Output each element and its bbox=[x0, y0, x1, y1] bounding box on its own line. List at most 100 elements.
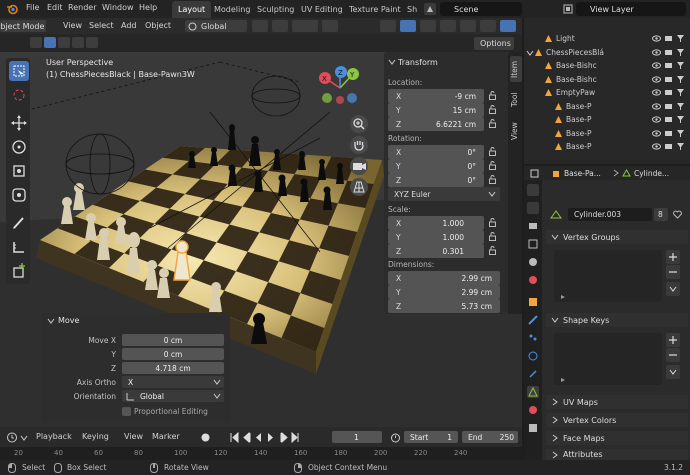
menu-playback[interactable]: Playback bbox=[36, 432, 72, 441]
menu-marker[interactable]: Marker bbox=[152, 432, 180, 441]
annotate-tool[interactable] bbox=[9, 213, 29, 233]
menu-keying[interactable]: Keying bbox=[82, 432, 109, 441]
outliner-row[interactable]: Base-P bbox=[524, 127, 690, 140]
hide-in-viewport-icon[interactable] bbox=[652, 129, 661, 138]
view-layer-field[interactable]: View Layer bbox=[576, 2, 686, 16]
shape-keys-section[interactable]: Shape Keys bbox=[546, 313, 688, 327]
funnel-icon[interactable] bbox=[676, 48, 685, 57]
dimensions-z-field[interactable]: Z 5.73 cm bbox=[388, 299, 500, 313]
wireframe-shading-button[interactable] bbox=[440, 20, 456, 32]
measure-tool[interactable] bbox=[9, 237, 29, 257]
move-x-field[interactable]: 0 cm bbox=[122, 334, 224, 346]
add-cube-tool[interactable] bbox=[9, 261, 29, 281]
rotation-x-field[interactable]: X 0° bbox=[388, 145, 484, 159]
menu-render[interactable]: Render bbox=[68, 3, 96, 12]
lock-icon[interactable] bbox=[488, 147, 497, 156]
hide-in-viewport-icon[interactable] bbox=[652, 34, 661, 43]
tab-tool[interactable]: Tool bbox=[510, 88, 522, 112]
scale-y-field[interactable]: Y 1.000 bbox=[388, 230, 484, 244]
scene-field[interactable]: Scene bbox=[440, 2, 522, 16]
snap-target-dropdown[interactable] bbox=[292, 20, 318, 32]
user-count[interactable]: 8 bbox=[654, 208, 668, 221]
material-tab-icon[interactable] bbox=[527, 404, 539, 416]
blender-logo-icon[interactable] bbox=[6, 3, 18, 15]
lock-icon[interactable] bbox=[488, 218, 497, 227]
chevron-down-icon[interactable] bbox=[388, 58, 396, 66]
tab-shading[interactable]: Sh bbox=[401, 1, 423, 18]
rotation-z-field[interactable]: Z 0° bbox=[388, 173, 484, 187]
disable-render-icon[interactable] bbox=[664, 129, 673, 138]
orientation-dropdown[interactable]: Global bbox=[122, 390, 224, 402]
lock-icon[interactable] bbox=[488, 161, 497, 170]
scale-x-field[interactable]: X 1.000 bbox=[388, 216, 484, 230]
outliner-row[interactable]: Base-Bishc bbox=[524, 59, 690, 72]
scale-tool[interactable] bbox=[9, 161, 29, 181]
move-tool[interactable] bbox=[9, 113, 29, 133]
tab-texture-paint[interactable]: Texture Paint bbox=[343, 1, 407, 18]
menu-view[interactable]: View bbox=[63, 21, 82, 30]
disable-render-icon[interactable] bbox=[664, 142, 673, 151]
render-tab-icon[interactable] bbox=[527, 202, 539, 214]
object-tab-icon[interactable] bbox=[527, 296, 539, 308]
mesh-data-icon[interactable] bbox=[550, 210, 562, 220]
pan-button[interactable] bbox=[350, 136, 368, 154]
perspective-toggle-button[interactable] bbox=[350, 178, 368, 196]
cursor-tool[interactable] bbox=[9, 85, 29, 105]
tab-view[interactable]: View bbox=[510, 118, 522, 144]
uv-maps-section[interactable]: UV Maps bbox=[546, 395, 688, 409]
scene-tab-icon[interactable] bbox=[527, 256, 539, 268]
remove-shape-key-button[interactable] bbox=[666, 348, 680, 362]
material-preview-button[interactable] bbox=[480, 20, 496, 32]
snap-button[interactable] bbox=[272, 20, 288, 32]
outliner-row[interactable]: Base-P bbox=[524, 113, 690, 126]
vertex-groups-list[interactable] bbox=[554, 250, 662, 302]
hide-in-viewport-icon[interactable] bbox=[652, 61, 661, 70]
pivot-point-button[interactable] bbox=[252, 20, 268, 32]
transform-tool[interactable] bbox=[9, 185, 29, 205]
current-frame-field[interactable]: 1 bbox=[332, 431, 382, 443]
menu-file[interactable]: File bbox=[26, 3, 39, 12]
start-frame-field[interactable]: Start 1 bbox=[404, 431, 458, 443]
hide-in-viewport-icon[interactable] bbox=[652, 142, 661, 151]
stopwatch-icon[interactable] bbox=[390, 432, 401, 443]
end-frame-field[interactable]: End 250 bbox=[462, 431, 518, 443]
lock-icon[interactable] bbox=[488, 175, 497, 184]
outliner-row[interactable]: Base-P bbox=[524, 100, 690, 113]
vertex-group-specials-button[interactable] bbox=[666, 282, 680, 296]
tool-tab-icon[interactable] bbox=[527, 184, 539, 196]
add-shape-key-button[interactable] bbox=[666, 333, 680, 347]
scale-z-field[interactable]: Z 0.301 bbox=[388, 244, 484, 258]
outliner-row[interactable]: EmptyPaw bbox=[524, 86, 690, 99]
tab-item[interactable]: Item bbox=[510, 56, 522, 82]
xray-button[interactable] bbox=[420, 20, 436, 32]
modifier-tab-icon[interactable] bbox=[527, 314, 539, 326]
dimensions-y-field[interactable]: Y 2.99 cm bbox=[388, 285, 500, 299]
mesh-name-field[interactable]: Cylinder.003 bbox=[568, 208, 652, 221]
hide-in-viewport-icon[interactable] bbox=[652, 102, 661, 111]
disable-render-icon[interactable] bbox=[664, 61, 673, 70]
hide-in-viewport-icon[interactable] bbox=[652, 48, 661, 57]
proportional-editing-button[interactable] bbox=[322, 20, 338, 32]
disable-render-icon[interactable] bbox=[664, 102, 673, 111]
funnel-icon[interactable] bbox=[676, 142, 685, 151]
chevron-down-icon[interactable] bbox=[47, 317, 55, 325]
world-tab-icon[interactable] bbox=[527, 274, 539, 286]
vertex-colors-section[interactable]: Vertex Colors bbox=[546, 413, 688, 427]
resize-handle-icon[interactable] bbox=[560, 377, 566, 383]
view-layer-icon[interactable] bbox=[562, 3, 574, 15]
outliner-row[interactable]: Base-Bishc bbox=[524, 73, 690, 86]
rendered-shading-button[interactable] bbox=[500, 20, 516, 32]
tab-uv-editing[interactable]: UV Editing bbox=[295, 1, 349, 18]
funnel-icon[interactable] bbox=[676, 61, 685, 70]
constraints-tab-icon[interactable] bbox=[527, 368, 539, 380]
lock-icon[interactable] bbox=[488, 105, 497, 114]
dimensions-x-field[interactable]: X 2.99 cm bbox=[388, 271, 500, 285]
funnel-icon[interactable] bbox=[676, 129, 685, 138]
view-layer-tab-icon[interactable] bbox=[527, 238, 539, 250]
rotation-mode-dropdown[interactable]: XYZ Euler bbox=[388, 187, 500, 201]
particles-tab-icon[interactable] bbox=[527, 332, 539, 344]
playback-controls[interactable] bbox=[230, 432, 310, 443]
show-overlays-button[interactable] bbox=[400, 20, 416, 32]
shape-keys-list[interactable] bbox=[554, 333, 662, 385]
select-mode-set-button[interactable] bbox=[30, 37, 42, 48]
